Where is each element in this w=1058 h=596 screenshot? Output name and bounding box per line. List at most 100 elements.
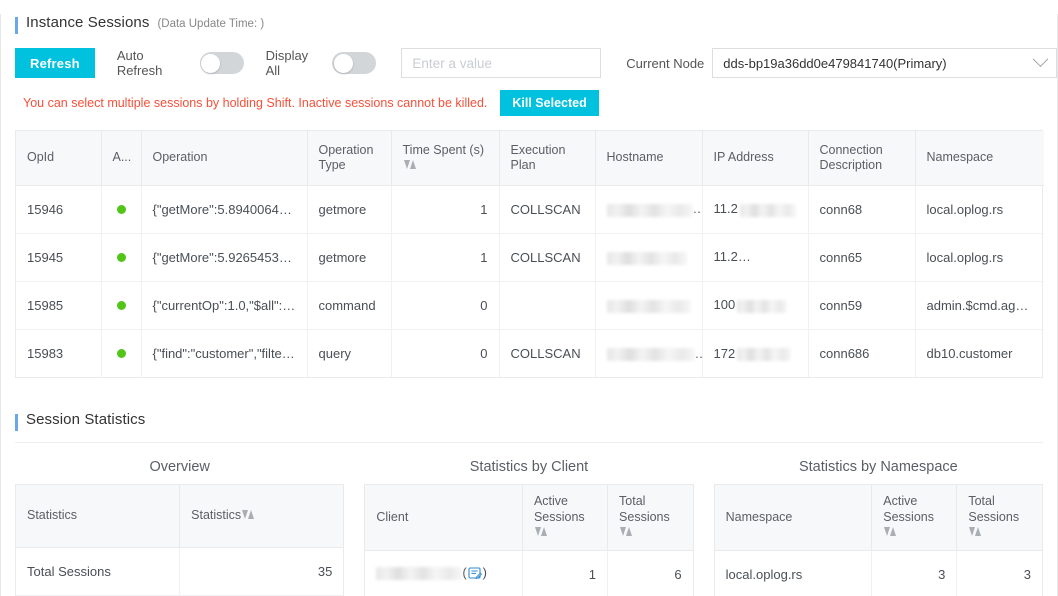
client-paren-close: ) (482, 565, 488, 581)
overview-col-statistics-value[interactable]: Statistics (179, 485, 344, 548)
session-statistics-title-text: Session Statistics (26, 411, 146, 428)
auto-refresh-label: Auto Refresh (116, 48, 163, 78)
col-header-operation-type[interactable]: Operation Type (307, 131, 392, 186)
active-status-dot-icon (116, 348, 126, 358)
cell-connection-description: conn68 (808, 185, 916, 234)
sort-icon[interactable] (242, 509, 255, 521)
sort-icon[interactable] (969, 526, 982, 538)
client-cell-name: () (365, 550, 523, 596)
stats-overview-panel: Overview Statistics Statistics Total Ses… (15, 459, 345, 596)
client-col-active-sessions-label: Active Sessions (533, 494, 585, 524)
page-title: Instance Sessions (Data Update Time: ) (1, 14, 1057, 34)
search-input[interactable] (401, 48, 602, 78)
col-header-namespace[interactable]: Namespace (915, 131, 1044, 186)
refresh-button[interactable]: Refresh (15, 48, 95, 78)
client-col-client[interactable]: Client (365, 485, 523, 551)
display-all-switch-knob (333, 53, 353, 73)
auto-refresh-toggle-group: Auto Refresh (117, 48, 244, 78)
client-paren-open: ( (462, 565, 467, 581)
current-node-select[interactable]: dds-bp19a36dd0e479841740(Primary) (712, 48, 1057, 78)
stats-columns: Overview Statistics Statistics Total Ses… (1, 459, 1057, 596)
cell-operation-type: getmore (307, 233, 392, 282)
cell-operation: {"find":"customer","filter"… (141, 329, 308, 377)
table-row[interactable]: 15945 {"getMore":5.926545304… getmore 1 … (16, 233, 1044, 282)
display-all-switch[interactable] (332, 52, 377, 74)
stats-by-namespace-panel: Statistics by Namespace Namespace Active… (713, 459, 1043, 596)
redacted-hostname (606, 251, 687, 265)
warning-row: You can select multiple sessions by hold… (1, 90, 1057, 116)
overview-header-row: Statistics Statistics (16, 485, 344, 548)
active-status-dot-icon (116, 252, 126, 262)
col-header-hostname[interactable]: Hostname (595, 131, 703, 186)
namespace-col-total-sessions[interactable]: Total Sessions (956, 485, 1042, 551)
cell-active (101, 281, 142, 330)
table-header-row: OpId A... Operation Operation Type Time … (16, 131, 1044, 186)
overview-cell-name: Total Sessions (16, 547, 181, 596)
overview-table-body: Total Sessions 35 (16, 547, 344, 596)
active-status-dot-icon (116, 300, 126, 310)
col-header-connection-description[interactable]: Connection Description (808, 131, 916, 186)
table-row[interactable]: () 1 6 (365, 550, 693, 596)
table-row[interactable]: 15946 {"getMore":5.894006457… getmore 1 … (16, 185, 1044, 234)
overview-col-statistics-name[interactable]: Statistics (16, 485, 181, 548)
active-status-dot-icon (116, 204, 126, 214)
namespace-col-namespace[interactable]: Namespace (714, 485, 873, 551)
cell-ip-address: 11.2 (702, 185, 809, 234)
col-header-operation[interactable]: Operation (141, 131, 308, 186)
client-table: Client Active Sessions Total Sessions ()… (364, 484, 694, 596)
namespace-col-active-sessions[interactable]: Active Sessions (871, 485, 958, 551)
sort-icon[interactable] (534, 526, 547, 538)
session-statistics-title: Session Statistics (1, 411, 1057, 431)
client-col-total-sessions[interactable]: Total Sessions (607, 485, 693, 551)
client-col-total-sessions-label: Total Sessions (619, 494, 670, 524)
cell-opid: 15983 (16, 329, 102, 377)
auto-refresh-switch[interactable] (199, 52, 244, 74)
col-header-time-spent[interactable]: Time Spent (s) (391, 131, 500, 186)
stats-divider (15, 442, 1043, 443)
redacted-hostname (606, 203, 693, 217)
stats-by-client-heading: Statistics by Client (469, 459, 589, 475)
cell-active (101, 233, 142, 282)
table-row[interactable]: 15983 {"find":"customer","filter"… query… (16, 329, 1044, 377)
cell-operation: {"currentOp":1.0,"$all":1.… (141, 281, 308, 330)
redacted-client-name (376, 567, 463, 581)
cell-active (101, 329, 142, 377)
namespace-cell-total: 3 (956, 550, 1042, 596)
cell-hostname (595, 185, 703, 234)
edit-note-icon[interactable] (468, 566, 482, 583)
col-header-execution-plan[interactable]: Execution Plan (499, 131, 596, 186)
namespace-cell-active: 3 (871, 550, 958, 596)
cell-ip-address-prefix: 100 (713, 297, 736, 313)
display-all-toggle-group: Display All (266, 48, 377, 78)
col-header-opid[interactable]: OpId (16, 131, 102, 186)
cell-execution-plan: COLLSCAN (499, 185, 596, 234)
instance-sessions-page: Instance Sessions (Data Update Time: ) R… (0, 14, 1058, 596)
cell-operation-type: query (307, 329, 392, 377)
sessions-table-body: 15946 {"getMore":5.894006457… getmore 1 … (16, 185, 1044, 377)
sort-icon[interactable] (403, 159, 416, 171)
redacted-ip (737, 299, 788, 313)
table-row[interactable]: local.oplog.rs 3 3 (714, 550, 1042, 596)
session-statistics-section: Session Statistics Overview Statistics S… (1, 411, 1057, 596)
sort-icon[interactable] (620, 526, 633, 538)
sort-icon[interactable] (884, 526, 897, 538)
stats-by-namespace-heading: Statistics by Namespace (798, 459, 958, 475)
overview-cell-value: 35 (179, 547, 344, 596)
kill-warning-text: You can select multiple sessions by hold… (23, 96, 488, 110)
kill-selected-button[interactable]: Kill Selected (500, 90, 599, 116)
namespace-col-total-sessions-label: Total Sessions (968, 494, 1020, 524)
cell-hostname (595, 281, 703, 330)
col-header-active[interactable]: A... (101, 131, 142, 186)
table-row[interactable]: 15985 {"currentOp":1.0,"$all":1.… comman… (16, 281, 1044, 330)
cell-time-spent: 0 (391, 281, 500, 330)
client-col-active-sessions[interactable]: Active Sessions (522, 485, 609, 551)
col-header-ip-address[interactable]: IP Address (702, 131, 809, 186)
namespace-table-body: local.oplog.rs 3 3 (714, 550, 1042, 596)
cell-opid: 15985 (16, 281, 102, 330)
cell-connection-description: conn65 (808, 233, 916, 282)
table-row[interactable]: Total Sessions 35 (16, 547, 344, 596)
cell-opid: 15945 (16, 233, 102, 282)
current-node-label: Current Node (626, 55, 705, 71)
cell-connection-description: conn59 (808, 281, 916, 330)
current-node-select-value: dds-bp19a36dd0e479841740(Primary) (723, 55, 947, 71)
